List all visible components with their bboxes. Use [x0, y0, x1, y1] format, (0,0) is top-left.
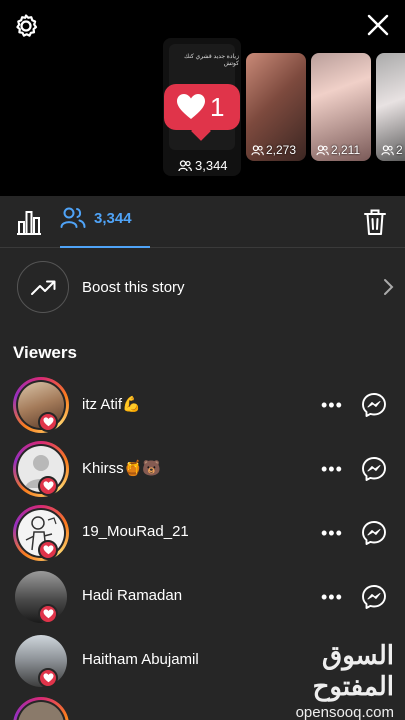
tab-viewers[interactable]: 3,344	[60, 206, 150, 248]
story-thumbnail-4[interactable]: 2	[376, 53, 405, 161]
story-caption: زيادة جديد قشري كنك كوتش	[184, 54, 239, 67]
tab-viewers-count: 3,344	[94, 210, 132, 227]
viewers-icon	[251, 144, 264, 155]
liked-heart-icon	[38, 540, 58, 560]
delete-trash-icon[interactable]	[363, 208, 387, 236]
liked-heart-icon	[38, 604, 58, 624]
chevron-right-icon	[384, 279, 394, 295]
viewers-icon	[178, 159, 192, 171]
viewer-username[interactable]: Khirss🍯🐻	[82, 459, 161, 477]
viewers-icon	[381, 144, 394, 155]
more-options-icon[interactable]: •••	[321, 524, 343, 542]
viewers-icon	[316, 144, 329, 155]
story-views-count: 2,273	[266, 143, 297, 157]
viewer-username[interactable]: Haitham Abujamil	[82, 651, 199, 668]
viewer-row[interactable]: Haitham Abujamil	[0, 630, 405, 694]
tab-bar: 3,344	[0, 196, 405, 248]
boost-icon-circle	[17, 261, 69, 313]
story-views: 2,273	[251, 143, 296, 157]
viewer-row[interactable]: Hadi Ramadan •••	[0, 566, 405, 630]
messenger-icon[interactable]	[361, 520, 387, 546]
tab-insights-bar-chart-icon[interactable]	[14, 208, 44, 236]
messenger-icon[interactable]	[361, 392, 387, 418]
viewer-row[interactable]	[0, 694, 405, 720]
viewer-row[interactable]: Khirss🍯🐻 •••	[0, 438, 405, 502]
messenger-icon[interactable]	[361, 584, 387, 610]
avatar	[18, 702, 64, 720]
viewers-icon	[60, 207, 86, 228]
settings-gear-icon[interactable]	[12, 12, 40, 40]
heart-icon	[177, 94, 205, 119]
main-story-views: 3,344	[178, 158, 228, 173]
likes-badge: 1	[164, 84, 240, 141]
boost-label: Boost this story	[82, 278, 185, 296]
more-options-icon[interactable]: •••	[321, 460, 343, 478]
story-views: 2,211	[316, 143, 360, 157]
viewer-username[interactable]: 19_MouRad_21	[82, 523, 189, 540]
viewer-username[interactable]: itz Atif💪	[82, 395, 141, 413]
story-views: 2	[381, 143, 403, 157]
more-options-icon[interactable]: •••	[321, 588, 343, 606]
more-options-icon[interactable]: •••	[321, 396, 343, 414]
close-icon[interactable]	[365, 12, 391, 38]
main-story-views-count: 3,344	[195, 158, 228, 173]
viewer-row[interactable]: itz Atif💪 •••	[0, 374, 405, 438]
viewers-heading: Viewers	[13, 343, 77, 362]
avatar-story-ring[interactable]	[13, 697, 69, 720]
liked-heart-icon	[38, 668, 58, 688]
story-strip: زيادة جديد قشري كنك كوتش 1 3,344 2,273 2…	[0, 0, 405, 196]
story-views-count: 2	[396, 143, 403, 157]
likes-count: 1	[210, 92, 225, 122]
story-thumbnail-3[interactable]: 2,211	[311, 53, 371, 161]
story-insights-panel: 3,344 Boost this story Viewers itz Atif💪…	[0, 196, 405, 720]
messenger-icon[interactable]	[361, 456, 387, 482]
trending-up-icon	[31, 280, 56, 295]
viewer-username[interactable]: Hadi Ramadan	[82, 587, 182, 604]
story-thumbnail-2[interactable]: 2,273	[246, 53, 306, 161]
viewer-row[interactable]: 19_MouRad_21 •••	[0, 502, 405, 566]
liked-heart-icon	[38, 412, 58, 432]
liked-heart-icon	[38, 476, 58, 496]
boost-story-row[interactable]: Boost this story	[17, 260, 395, 314]
story-views-count: 2,211	[331, 143, 361, 157]
